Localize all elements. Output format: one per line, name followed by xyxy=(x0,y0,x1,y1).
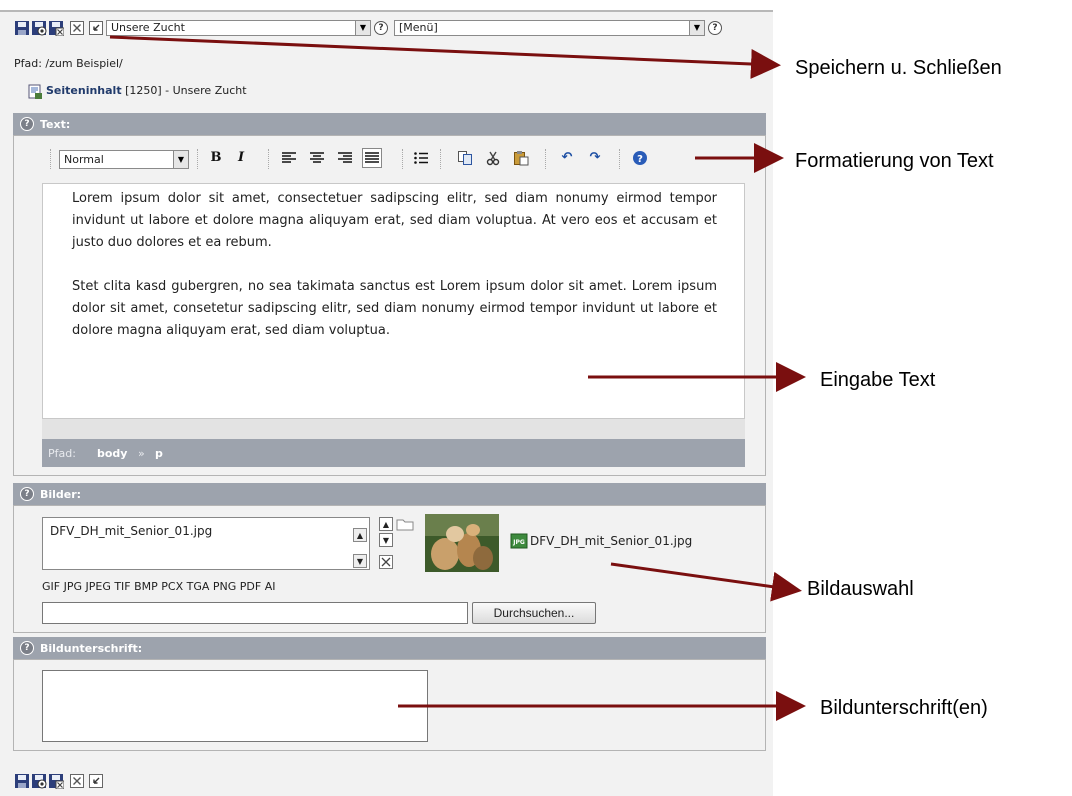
arrow-save-close xyxy=(109,35,781,79)
annotation-save-close: Speichern u. Schließen xyxy=(795,57,1002,79)
annotation-image-select: Bildauswahl xyxy=(807,578,914,600)
annotation-input-text: Eingabe Text xyxy=(820,369,936,391)
arrow-image-select xyxy=(610,562,802,602)
annotation-formatting: Formatierung von Text xyxy=(795,150,994,172)
annotation-caption: Bildunterschrift(en) xyxy=(820,697,988,719)
annotation-arrows xyxy=(109,35,806,721)
